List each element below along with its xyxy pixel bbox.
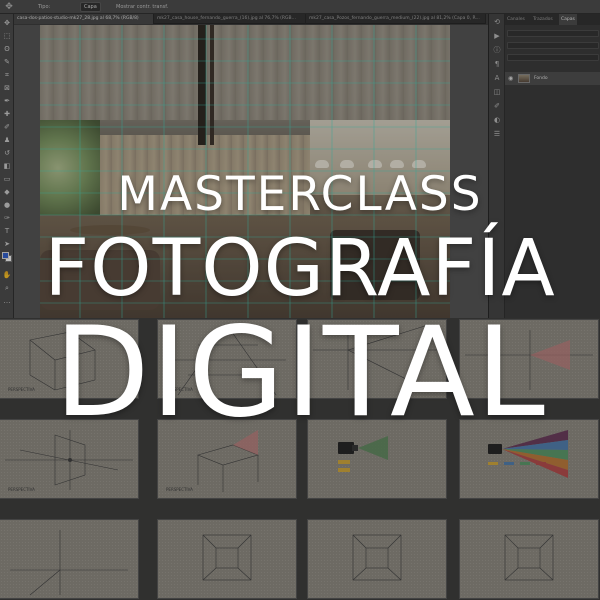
panel-tabs: Canales Trazados Capas	[505, 14, 600, 25]
info-icon[interactable]: ⓘ	[492, 45, 502, 55]
eyedropper-icon[interactable]: ✒	[2, 96, 12, 106]
options-bar: ✥ Tipo: Capa Mostrar contr. transf.	[0, 0, 600, 14]
tab-canales[interactable]: Canales	[505, 14, 527, 25]
layer-comps-icon[interactable]: ◫	[492, 87, 502, 97]
doc-tab-1[interactable]: casa-dos-patios-studio-mk27_28.jpg al 68…	[14, 14, 154, 24]
properties-icon[interactable]: ☰	[492, 129, 502, 139]
lasso-icon[interactable]: ʘ	[2, 44, 12, 54]
healing-icon[interactable]: ✚	[2, 109, 12, 119]
stamp-icon[interactable]: ♟	[2, 135, 12, 145]
crop-icon[interactable]: ⌗	[2, 70, 12, 80]
thumb-label: PERSPECTIVA	[166, 487, 193, 492]
history-icon[interactable]: ⟲	[492, 17, 502, 27]
layer-row[interactable]: ◉ Fondo	[505, 72, 600, 85]
title-line-digital: DIGITAL	[54, 301, 546, 445]
frame-icon[interactable]: ⊠	[2, 83, 12, 93]
brush-icon[interactable]: ✐	[2, 122, 12, 132]
document-tabs: casa-dos-patios-studio-mk27_28.jpg al 68…	[14, 14, 486, 24]
doc-tab-3[interactable]: mk27_casa_Pozos_fernando_guerra_medium_(…	[306, 14, 486, 24]
slide-thumbnail[interactable]	[0, 520, 138, 598]
lock-controls[interactable]	[507, 54, 599, 61]
character-icon[interactable]: A	[492, 73, 502, 83]
layer-name: Fondo	[534, 76, 548, 81]
move-tool-icon[interactable]: ✥	[4, 2, 14, 12]
options-transform-checkbox[interactable]: Mostrar contr. transf.	[116, 2, 168, 12]
move-icon[interactable]: ✥	[2, 18, 12, 28]
visibility-eye-icon[interactable]: ◉	[508, 75, 515, 82]
play-icon[interactable]: ▶	[492, 31, 502, 41]
layer-thumbnail	[518, 74, 530, 83]
blend-mode-select[interactable]	[507, 42, 599, 49]
layer-filter-select[interactable]	[507, 30, 599, 37]
history-brush-icon[interactable]: ↺	[2, 148, 12, 158]
options-mode-label: Tipo:	[38, 4, 51, 10]
app-window: ✥ Tipo: Capa Mostrar contr. transf. casa…	[0, 0, 600, 600]
title-line-fotografia: FOTOGRAFÍA	[44, 224, 556, 314]
adjustments-icon[interactable]: ◐	[492, 115, 502, 125]
slide-thumbnail[interactable]	[158, 520, 296, 598]
doc-tab-2[interactable]: mk27_casa_house_fernando_guerra_(16).jpg…	[154, 14, 306, 24]
tab-trazados[interactable]: Trazados	[531, 14, 555, 25]
slide-thumbnail[interactable]	[308, 520, 446, 598]
title-line-masterclass: MASTERCLASS	[117, 167, 483, 222]
paragraph-icon[interactable]: ¶	[492, 59, 502, 69]
brush-settings-icon[interactable]: ✐	[492, 101, 502, 111]
marquee-icon[interactable]: ⬚	[2, 31, 12, 41]
options-mode-select[interactable]: Capa	[80, 2, 101, 12]
quick-select-icon[interactable]: ✎	[2, 57, 12, 67]
tab-capas[interactable]: Capas	[559, 14, 577, 25]
thumb-label: PERSPECTIVA	[8, 487, 35, 492]
slide-thumbnail[interactable]	[460, 520, 598, 598]
